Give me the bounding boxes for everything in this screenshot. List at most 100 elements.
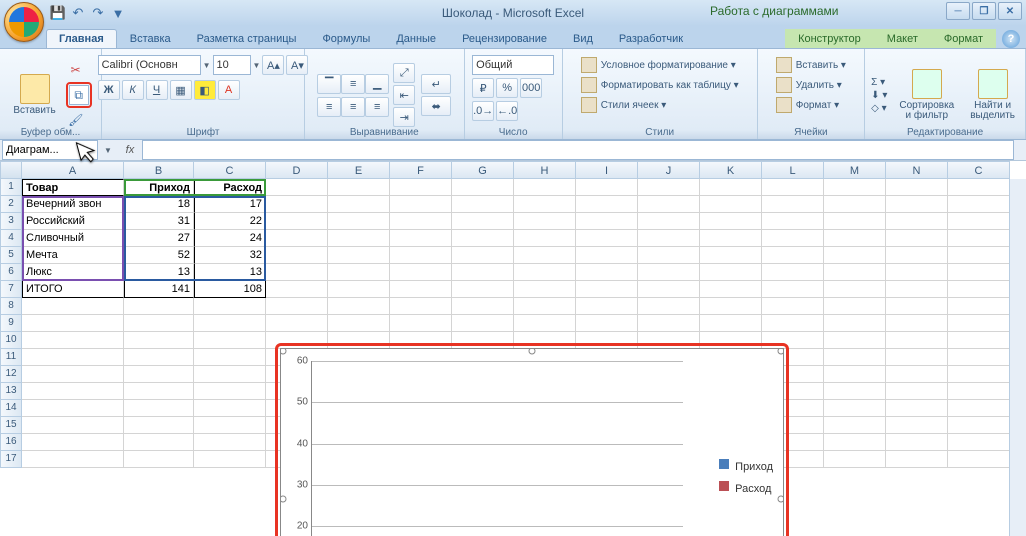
cell[interactable] [762, 247, 824, 264]
cell[interactable] [700, 247, 762, 264]
tab-формулы[interactable]: Формулы [309, 29, 383, 48]
cell[interactable] [576, 179, 638, 196]
cell[interactable] [886, 298, 948, 315]
cell[interactable] [700, 230, 762, 247]
cell[interactable] [948, 264, 1010, 281]
cell[interactable] [452, 315, 514, 332]
cell[interactable] [762, 213, 824, 230]
cell[interactable] [576, 332, 638, 349]
row-header-1[interactable]: 1 [0, 179, 22, 196]
cell[interactable] [638, 281, 700, 298]
cell[interactable] [948, 230, 1010, 247]
col-header-G[interactable]: G [452, 161, 514, 179]
column-headers[interactable]: ABCDEFGHIJKLMNC [0, 161, 1010, 179]
cell[interactable] [824, 179, 886, 196]
cell[interactable]: 13 [124, 264, 194, 281]
col-header-D[interactable]: D [266, 161, 328, 179]
cell[interactable]: Расход [194, 179, 266, 196]
col-header-H[interactable]: H [514, 161, 576, 179]
merge-button[interactable]: ⬌ [421, 96, 451, 116]
cell[interactable] [886, 417, 948, 434]
tab-разметка страницы[interactable]: Разметка страницы [184, 29, 310, 48]
cell[interactable] [328, 298, 390, 315]
cell[interactable] [22, 434, 124, 451]
cell[interactable] [194, 332, 266, 349]
cell[interactable] [124, 400, 194, 417]
cell[interactable] [452, 213, 514, 230]
cell[interactable] [124, 315, 194, 332]
cell[interactable] [824, 213, 886, 230]
cell[interactable] [328, 315, 390, 332]
cell[interactable] [948, 434, 1010, 451]
cell[interactable] [452, 196, 514, 213]
wrap-text-button[interactable]: ↵ [421, 74, 451, 94]
cell[interactable] [22, 383, 124, 400]
cell[interactable] [948, 349, 1010, 366]
cell[interactable] [514, 332, 576, 349]
cell[interactable] [514, 179, 576, 196]
cell[interactable] [638, 230, 700, 247]
cut-icon[interactable]: ✂ [66, 60, 86, 80]
cell[interactable]: Мечта [22, 247, 124, 264]
cell[interactable] [886, 230, 948, 247]
font-size-combo[interactable]: 10 [213, 55, 251, 75]
cell[interactable] [824, 417, 886, 434]
cell[interactable]: 31 [124, 213, 194, 230]
namebox-dropdown-icon[interactable]: ▼ [104, 146, 112, 155]
format-as-table-button[interactable]: Форматировать как таблицу ▾ [581, 77, 739, 93]
col-header-K[interactable]: K [700, 161, 762, 179]
cell[interactable] [328, 179, 390, 196]
row-header-12[interactable]: 12 [0, 366, 22, 383]
cell[interactable] [124, 383, 194, 400]
cell[interactable] [328, 332, 390, 349]
clear-button[interactable]: ◇ ▾ [871, 103, 887, 114]
cell[interactable] [886, 247, 948, 264]
cell[interactable] [452, 179, 514, 196]
cell[interactable] [514, 230, 576, 247]
cell[interactable] [700, 264, 762, 281]
conditional-formatting-button[interactable]: Условное форматирование ▾ [581, 57, 736, 73]
cell[interactable] [638, 247, 700, 264]
row-header-6[interactable]: 6 [0, 264, 22, 281]
cell[interactable] [124, 298, 194, 315]
cell[interactable] [266, 196, 328, 213]
row-header-17[interactable]: 17 [0, 451, 22, 468]
row-header-9[interactable]: 9 [0, 315, 22, 332]
cell[interactable] [886, 434, 948, 451]
minimize-button[interactable]: ─ [946, 2, 970, 20]
increase-indent-button[interactable]: ⇥ [393, 107, 415, 127]
cell[interactable] [948, 281, 1010, 298]
cell[interactable]: ИТОГО [22, 281, 124, 298]
tab-вид[interactable]: Вид [560, 29, 606, 48]
cell[interactable] [824, 349, 886, 366]
cell[interactable] [886, 281, 948, 298]
cell[interactable] [638, 298, 700, 315]
cell[interactable] [886, 213, 948, 230]
tab-разработчик[interactable]: Разработчик [606, 29, 696, 48]
cell[interactable] [328, 264, 390, 281]
col-header-F[interactable]: F [390, 161, 452, 179]
close-button[interactable]: ✕ [998, 2, 1022, 20]
cell[interactable] [124, 366, 194, 383]
cell[interactable]: 108 [194, 281, 266, 298]
cell[interactable] [390, 213, 452, 230]
col-header-L[interactable]: L [762, 161, 824, 179]
cell[interactable] [824, 230, 886, 247]
cell[interactable] [452, 281, 514, 298]
cell[interactable] [638, 196, 700, 213]
vertical-scrollbar[interactable] [1009, 179, 1026, 536]
formula-input[interactable] [142, 140, 1014, 160]
col-header-J[interactable]: J [638, 161, 700, 179]
tab-главная[interactable]: Главная [46, 29, 117, 48]
cell[interactable] [22, 315, 124, 332]
cell[interactable] [638, 315, 700, 332]
find-select-button[interactable]: Найти и выделить [966, 67, 1019, 123]
align-left-button[interactable]: ≡ [317, 97, 341, 117]
cell[interactable] [886, 400, 948, 417]
align-bottom-button[interactable]: ▁ [365, 74, 389, 94]
cell[interactable] [328, 213, 390, 230]
font-color-button[interactable]: A [218, 80, 240, 100]
row-header-10[interactable]: 10 [0, 332, 22, 349]
cell[interactable] [824, 434, 886, 451]
sort-filter-button[interactable]: Сортировка и фильтр [895, 67, 958, 123]
